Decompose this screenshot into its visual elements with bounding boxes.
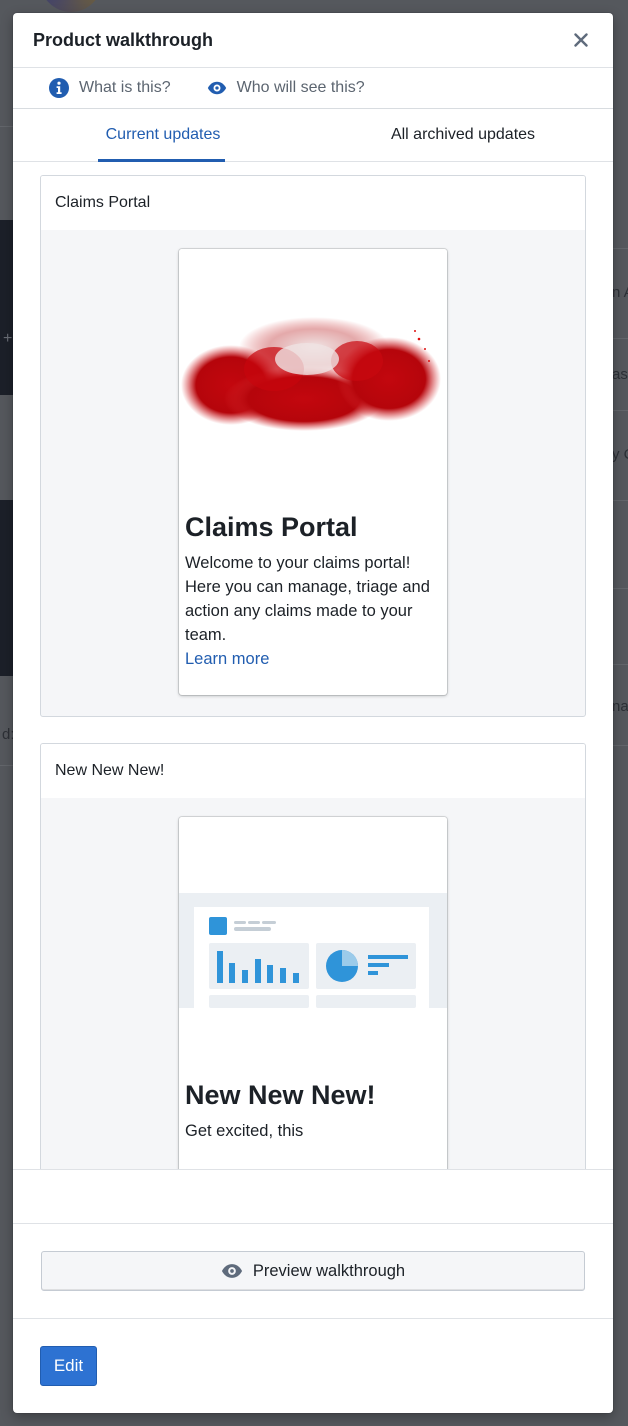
info-links-row: What is this? Who will see this?	[13, 68, 613, 109]
background-text: n A	[612, 284, 628, 301]
walkthrough-preview-card: New New New! Get excited, this	[179, 817, 447, 1169]
tab-current-updates[interactable]: Current updates	[13, 109, 313, 162]
learn-more-link[interactable]: Learn more	[179, 647, 447, 679]
update-card-new-new-new: New New New! New New New! Get excited, t…	[40, 743, 586, 1169]
product-walkthrough-dialog: Product walkthrough What is this? Who wi…	[13, 13, 613, 1413]
close-icon	[574, 33, 588, 47]
tab-label: All archived updates	[390, 126, 536, 143]
dialog-header: Product walkthrough	[13, 13, 613, 68]
preview-walkthrough-label: Preview walkthrough	[252, 1261, 406, 1280]
background-text: y C	[612, 446, 628, 463]
background-divider	[612, 664, 628, 665]
background-divider	[612, 588, 628, 589]
preview-walkthrough-button[interactable]: Preview walkthrough	[41, 1251, 585, 1291]
red-smoke-image	[179, 249, 447, 509]
updates-tabs: Current updates All archived updates	[13, 109, 613, 162]
background-divider	[612, 248, 628, 249]
preview-section: Preview walkthrough	[13, 1223, 613, 1319]
background-text: ass	[612, 366, 628, 383]
eye-icon	[207, 81, 226, 95]
background-divider	[612, 338, 628, 339]
dialog-spacer	[13, 1169, 613, 1224]
preview-description: Welcome to your claims portal! Here you …	[185, 554, 430, 644]
dashboard-illustration	[179, 817, 447, 1077]
info-icon	[49, 78, 69, 98]
eye-icon	[221, 1264, 242, 1278]
who-will-see-this-label: Who will see this?	[236, 79, 365, 96]
background-divider	[0, 765, 14, 766]
preview-title: New New New!	[185, 1080, 376, 1110]
tab-label: Current updates	[105, 126, 221, 143]
walkthrough-preview-card: Claims Portal Welcome to your claims por…	[179, 249, 447, 695]
background-thumbnail	[0, 500, 14, 676]
edit-button[interactable]: Edit	[40, 1346, 97, 1386]
background-thumbnail	[0, 220, 14, 395]
update-card-header: New New New!	[41, 744, 585, 798]
who-will-see-this-link[interactable]: Who will see this?	[207, 78, 365, 98]
update-card-claims-portal: Claims Portal Claims Portal Welcome to y…	[40, 175, 586, 717]
background-avatar	[40, 0, 102, 12]
background-divider	[612, 745, 628, 746]
update-card-header: Claims Portal	[41, 176, 585, 230]
background-plus-icon: +	[3, 330, 13, 347]
background-divider	[612, 500, 628, 501]
what-is-this-label: What is this?	[79, 79, 171, 96]
what-is-this-link[interactable]: What is this?	[49, 78, 171, 98]
background-divider	[612, 410, 628, 411]
close-button[interactable]	[569, 28, 593, 52]
background-text: na	[612, 698, 628, 715]
updates-scroll-area[interactable]: Claims Portal Claims Portal Welcome to y…	[13, 162, 613, 1169]
preview-description: Get excited, this	[185, 1122, 304, 1140]
tab-all-archived-updates[interactable]: All archived updates	[313, 109, 613, 161]
preview-title: Claims Portal	[185, 512, 358, 542]
dialog-title: Product walkthrough	[33, 29, 213, 50]
background-divider	[0, 126, 14, 127]
